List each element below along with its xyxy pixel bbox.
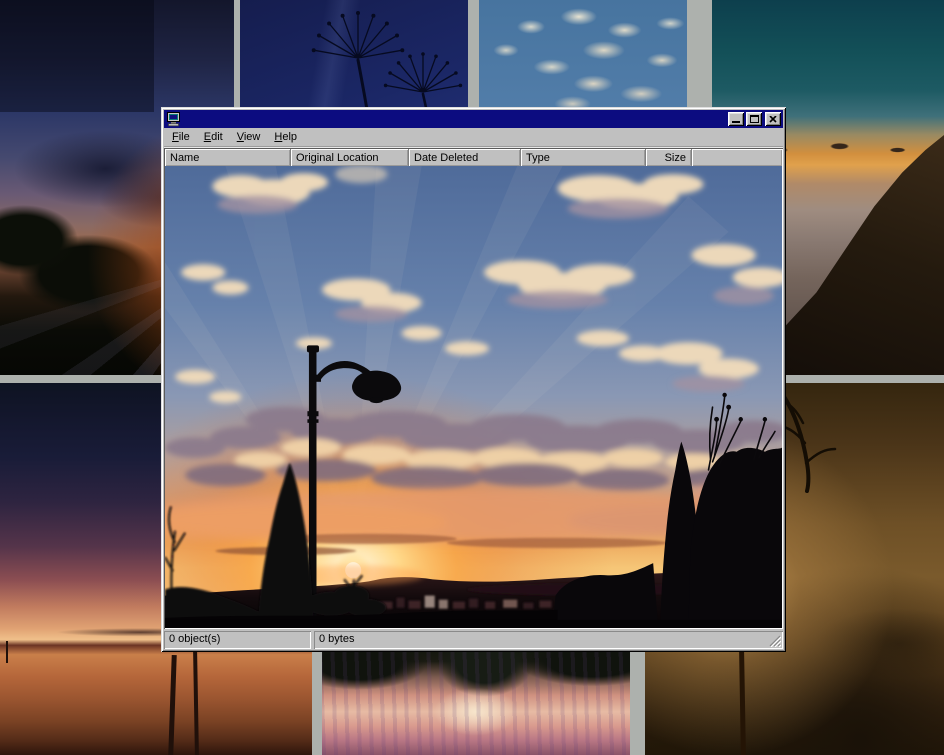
close-icon [769, 116, 777, 123]
status-bytes: 0 bytes [314, 631, 783, 649]
lake-pole-silhouette [193, 651, 199, 755]
column-header-date-deleted[interactable]: Date Deleted [409, 149, 521, 166]
file-list-view: Name Original Location Date Deleted Type… [164, 148, 783, 629]
column-header-blank [692, 149, 782, 166]
column-header-original-location[interactable]: Original Location [291, 149, 409, 166]
minimize-icon [732, 121, 740, 123]
lake-pole-silhouette [168, 655, 176, 755]
wallpaper-tile-water-reflection [322, 652, 630, 755]
status-bar: 0 object(s) 0 bytes [164, 631, 783, 649]
menu-bar: File Edit View Help [164, 128, 783, 147]
maximize-button[interactable] [746, 112, 762, 126]
close-button[interactable] [765, 112, 781, 126]
recycle-bin-window: File Edit View Help Name Original Locati… [161, 107, 786, 652]
window-titlebar[interactable] [164, 110, 783, 128]
sunset-lamp-photo [165, 166, 782, 628]
menu-file[interactable]: File [165, 129, 197, 146]
maximize-icon [750, 115, 759, 123]
wallpaper-shade [0, 0, 154, 112]
lake-stick-silhouette [6, 641, 8, 663]
menu-view[interactable]: View [230, 129, 268, 146]
column-header-size[interactable]: Size [646, 149, 692, 166]
column-header-type[interactable]: Type [521, 149, 646, 166]
column-header-name[interactable]: Name [165, 149, 291, 166]
sunset-photo-background [165, 166, 782, 628]
column-header-row: Name Original Location Date Deleted Type… [165, 149, 782, 166]
resize-grip[interactable] [768, 634, 781, 647]
menu-help[interactable]: Help [267, 129, 304, 146]
menu-edit[interactable]: Edit [197, 129, 230, 146]
computer-icon [166, 111, 182, 127]
minimize-button[interactable] [728, 112, 744, 126]
status-objects: 0 object(s) [164, 631, 311, 649]
